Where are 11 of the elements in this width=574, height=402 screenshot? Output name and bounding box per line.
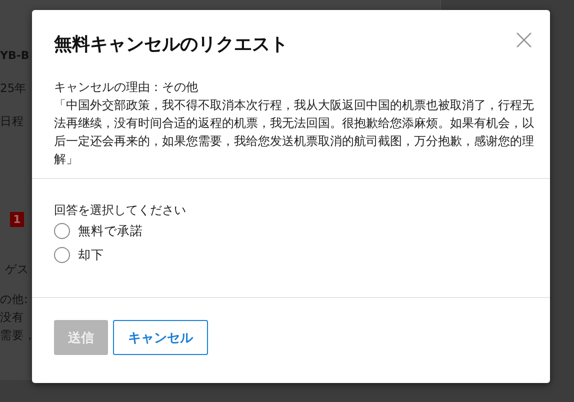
- radio-button[interactable]: [54, 247, 70, 263]
- close-icon[interactable]: [516, 32, 532, 48]
- prompt-text: 回答を選択してください: [54, 202, 187, 219]
- dialog-title: 無料キャンセルのリクエスト: [54, 33, 288, 56]
- radio-option[interactable]: 却下: [54, 243, 104, 267]
- reason-label: キャンセルの理由：その他: [54, 79, 199, 96]
- cancel-button[interactable]: キャンセル: [113, 320, 208, 355]
- reason-text: 「中国外交部政策，我不得不取消本次行程，我从大阪返回中国的机票也被取消了，行程无法再继续，没有时间合适的返程的机票，我无法回国。很抱歉给您添麻烦。如果有机会，以后一定还会再来的，如果您需要，我给您发送机票取消的航司截图，万分抱歉，感谢您的理解」: [54, 97, 534, 168]
- radio-button[interactable]: [54, 223, 70, 239]
- count-badge: 1: [10, 212, 24, 227]
- radio-option[interactable]: 無料で承諾: [54, 219, 143, 243]
